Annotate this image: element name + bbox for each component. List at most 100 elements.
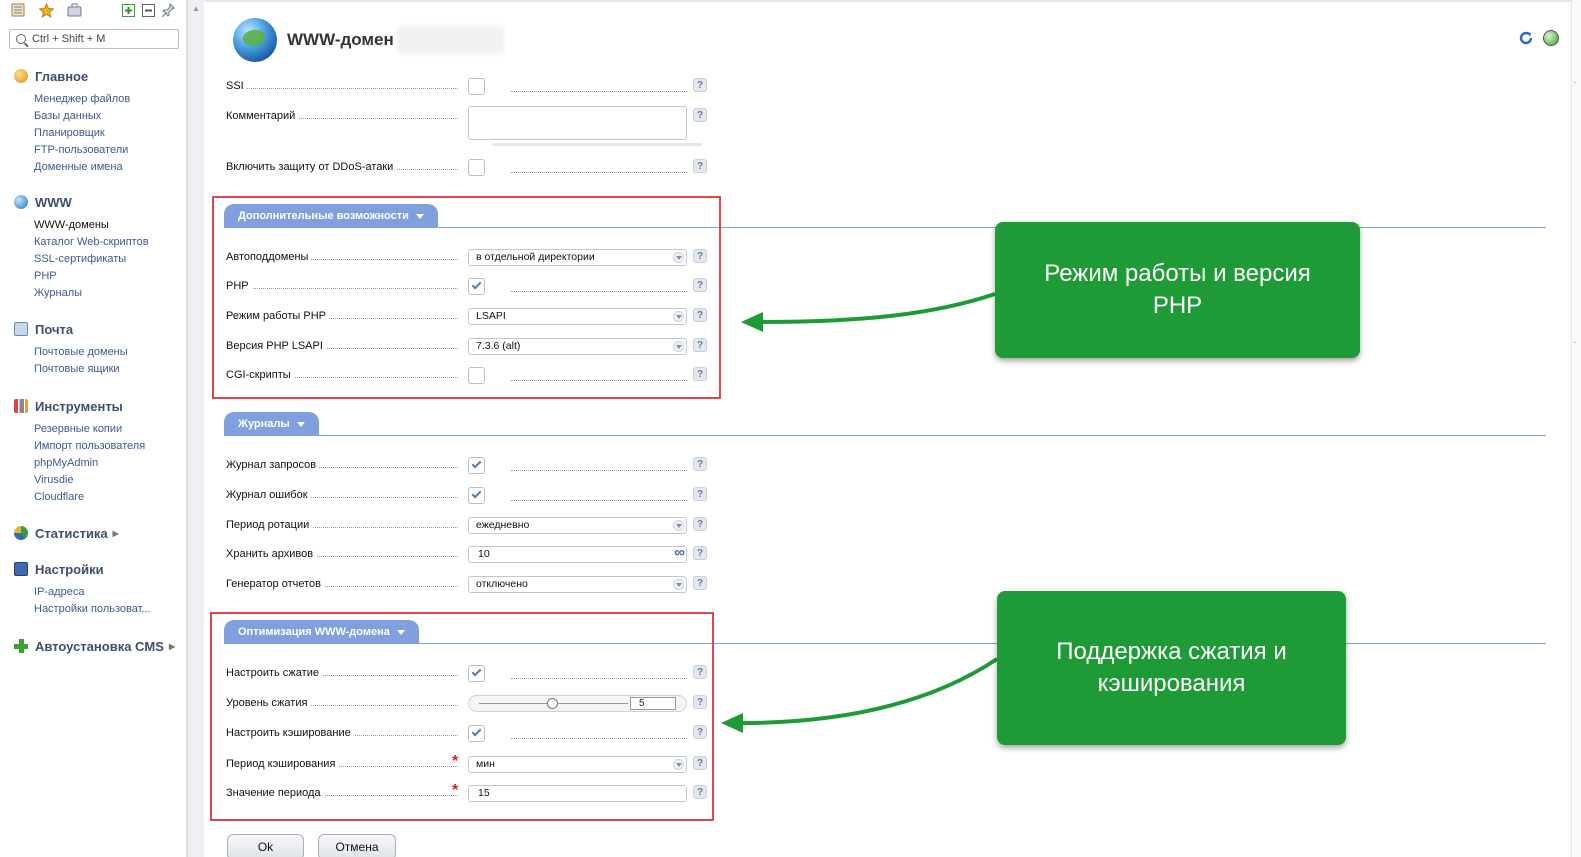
field-label: Уровень сжатия	[226, 697, 311, 709]
row-report-generator: Генератор отчетов отключено ?	[226, 575, 707, 593]
globe-status-icon[interactable]	[1543, 30, 1559, 46]
section-www-header[interactable]: WWW	[14, 193, 149, 211]
cancel-button[interactable]: Отмена	[318, 834, 396, 857]
search-input[interactable]	[32, 33, 172, 45]
help-icon[interactable]: ?	[693, 546, 707, 560]
section-title: Настройки	[35, 561, 104, 577]
sidebar-item-file-manager[interactable]: Менеджер файлов	[34, 91, 130, 108]
help-icon[interactable]: ?	[693, 457, 707, 471]
arrow-to-php	[741, 292, 996, 332]
select-value: отключено	[476, 577, 528, 590]
ok-button[interactable]: Ok	[227, 834, 304, 857]
top-border	[205, 0, 1581, 2]
help-icon[interactable]: ?	[693, 576, 707, 590]
main-panel: WWW-домен -- SSI ? Комментарий ? Включит…	[205, 0, 1581, 857]
sidebar-item-databases[interactable]: Базы данных	[34, 108, 130, 125]
help-icon[interactable]: ?	[693, 159, 707, 173]
row-error-log: Журнал ошибок ?	[226, 486, 707, 504]
globe-icon	[14, 195, 28, 209]
field-label: Комментарий	[226, 110, 299, 122]
sidebar-item-php[interactable]: PHP	[34, 268, 149, 285]
pie-chart-icon	[14, 526, 28, 540]
section-mail-header[interactable]: Почта	[14, 320, 128, 338]
sidebar-item-www-domains[interactable]: WWW-домены	[34, 217, 149, 234]
mail-icon	[14, 322, 28, 336]
infinity-icon[interactable]: ∞	[674, 545, 685, 560]
sidebar-item-web-scripts[interactable]: Каталог Web-скриптов	[34, 234, 149, 251]
section-tools: Инструменты Резервные копии Импорт польз…	[14, 397, 145, 506]
tree-icon[interactable]	[10, 2, 26, 18]
section-title: Главное	[35, 68, 89, 84]
help-icon[interactable]: ?	[693, 78, 707, 92]
field-label: Журнал запросов	[226, 459, 320, 471]
section-main: Главное Менеджер файлов Базы данных План…	[14, 67, 130, 176]
sidebar-item-backups[interactable]: Резервные копии	[34, 421, 145, 438]
sidebar-item-virusdie[interactable]: Virusdie	[34, 472, 145, 489]
ssi-checkbox[interactable]	[468, 77, 485, 95]
refresh-icon[interactable]	[1518, 30, 1534, 46]
collapse-icon[interactable]	[140, 2, 156, 18]
help-icon[interactable]: ?	[693, 517, 707, 531]
field-label: Хранить архивов	[226, 548, 317, 560]
section-title: Почта	[35, 321, 74, 337]
star-icon[interactable]	[38, 2, 54, 18]
row-ddos: Включить защиту от DDoS-атаки ?	[226, 158, 707, 176]
section-main-header[interactable]: Главное	[14, 67, 130, 85]
pin-icon[interactable]	[160, 2, 176, 18]
sidebar-item-mail-domains[interactable]: Почтовые домены	[34, 344, 128, 361]
sidebar-item-import-user[interactable]: Импорт пользователя	[34, 438, 145, 455]
chevron-down-icon	[673, 578, 684, 590]
section-title: Инструменты	[35, 398, 123, 414]
help-icon[interactable]: ?	[693, 487, 707, 501]
sidebar-item-mailboxes[interactable]: Почтовые ящики	[34, 361, 128, 378]
section-settings-header[interactable]: Настройки	[14, 560, 151, 578]
callout-text: Режим работы и версия PHP	[1044, 260, 1311, 319]
section-cms: Автоустановка CMS ▶	[14, 637, 175, 655]
section-cms-header[interactable]: Автоустановка CMS ▶	[14, 637, 175, 655]
chevron-down-icon	[673, 519, 684, 531]
ddos-checkbox[interactable]	[468, 158, 485, 176]
field-label: Период ротации	[226, 519, 313, 531]
access-log-checkbox[interactable]	[468, 456, 485, 474]
sidebar-item-phpmyadmin[interactable]: phpMyAdmin	[34, 455, 145, 472]
comment-textarea[interactable]	[468, 106, 687, 140]
rotation-period-select[interactable]: ежедневно	[468, 516, 687, 534]
tab-logs[interactable]: Журналы	[224, 412, 319, 436]
sidebar-item-domain-names[interactable]: Доменные имена	[34, 159, 130, 176]
report-generator-select[interactable]: отключено	[468, 575, 687, 593]
add-icon[interactable]	[120, 2, 136, 18]
sidebar: Главное Менеджер файлов Базы данных План…	[0, 0, 187, 857]
section-tools-header[interactable]: Инструменты	[14, 397, 145, 415]
collapse-arrow-icon[interactable]: ▲	[192, 4, 200, 13]
textarea-resize-bar[interactable]	[492, 143, 702, 146]
sidebar-item-ssl[interactable]: SSL-сертификаты	[34, 251, 149, 268]
section-stats-header[interactable]: Статистика ▶	[14, 524, 119, 542]
sidebar-item-ip-addresses[interactable]: IP-адреса	[34, 584, 151, 601]
callout-compression: Поддержка сжатия и кэширования	[997, 591, 1346, 745]
arrow-to-optimization	[721, 657, 999, 733]
sidebar-splitter[interactable]: ▲	[187, 0, 204, 857]
keep-archives-input[interactable]: 10 ∞	[468, 545, 687, 563]
sidebar-item-logs[interactable]: Журналы	[34, 285, 149, 302]
sidebar-toolbar	[10, 2, 180, 20]
error-log-checkbox[interactable]	[468, 486, 485, 504]
chevron-right-icon: ▶	[112, 528, 119, 538]
checkmark-icon	[471, 488, 482, 499]
callout-php: Режим работы и версия PHP	[995, 222, 1360, 358]
help-icon[interactable]: ?	[693, 108, 707, 122]
row-ssi: SSI ?	[226, 77, 707, 95]
section-title: WWW	[35, 194, 72, 210]
sidebar-item-user-settings[interactable]: Настройки пользоват...	[34, 601, 151, 618]
search-box[interactable]	[9, 29, 179, 49]
field-label: Настроить сжатие	[226, 667, 322, 679]
select-value: ежедневно	[476, 518, 530, 531]
plus-icon	[14, 639, 28, 653]
sidebar-item-cloudflare[interactable]: Cloudflare	[34, 489, 145, 506]
vertical-scrollbar[interactable]: --	[1571, 0, 1581, 857]
row-keep-archives: Хранить архивов 10 ∞ ?	[226, 545, 707, 563]
section-www: WWW WWW-домены Каталог Web-скриптов SSL-…	[14, 193, 149, 302]
briefcase-icon[interactable]	[66, 2, 82, 18]
sidebar-item-scheduler[interactable]: Планировщик	[34, 125, 130, 142]
blurred-domain-name	[396, 26, 504, 54]
sidebar-item-ftp-users[interactable]: FTP-пользователи	[34, 142, 130, 159]
